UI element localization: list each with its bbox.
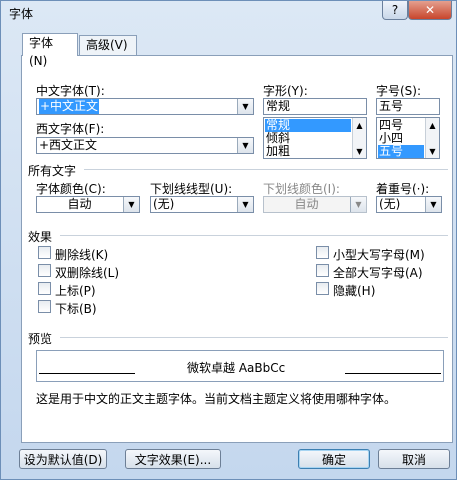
cancel-button[interactable]: 取消 [378, 449, 450, 469]
all-caps-checkbox[interactable] [316, 264, 329, 277]
font-dialog: 字体 ? ✕ 字体(N) 高级(V) 中文字体(T): +中文正文 ▼ 西文字体… [0, 0, 457, 480]
tab-font[interactable]: 字体(N) [22, 33, 78, 68]
chevron-down-icon[interactable]: ▼ [237, 138, 253, 153]
emphasis-label: 着重号(·): [376, 182, 430, 196]
font-tab-panel: 中文字体(T): +中文正文 ▼ 西文字体(F): +西文正文 ▼ 字形(Y):… [21, 55, 453, 443]
scroll-down-icon[interactable]: ▼ [426, 144, 439, 158]
preview-description: 这是用于中文的正文主题字体。当前文档主题定义将使用哪种字体。 [36, 392, 397, 406]
strikethrough-label[interactable]: 删除线(K) [55, 246, 108, 263]
style-scrollbar[interactable]: ▲ ▼ [352, 118, 366, 158]
size-input-value: 五号 [379, 99, 404, 113]
preview-sample-text: 微软卓越 AaBbCc [187, 361, 286, 375]
chinese-font-combo[interactable]: +中文正文 ▼ [36, 98, 254, 115]
double-strikethrough-label[interactable]: 双删除线(L) [55, 264, 119, 281]
help-button[interactable]: ? [382, 1, 408, 20]
preview-box: 微软卓越 AaBbCc [36, 350, 444, 382]
size-label: 字号(S): [376, 84, 422, 98]
chinese-font-value: +中文正文 [39, 99, 100, 114]
close-icon: ✕ [424, 3, 436, 17]
double-strikethrough-checkbox[interactable] [38, 264, 51, 277]
list-item[interactable]: 加粗 [265, 145, 351, 158]
size-input[interactable]: 五号 [376, 98, 440, 115]
underline-color-label: 下划线颜色(I): [263, 182, 340, 196]
scroll-up-icon[interactable]: ▲ [353, 118, 366, 132]
size-scrollbar[interactable]: ▲ ▼ [425, 118, 439, 158]
size-listbox[interactable]: 四号 小四 五号 ▲ ▼ [376, 117, 440, 159]
scroll-down-icon[interactable]: ▼ [353, 144, 366, 158]
chevron-down-icon[interactable]: ▼ [123, 197, 139, 212]
underline-color-combo: 自动 ▼ [263, 196, 367, 213]
hidden-label[interactable]: 隐藏(H) [333, 282, 375, 299]
font-color-combo[interactable]: 自动 ▼ [36, 196, 140, 213]
superscript-checkbox[interactable] [38, 282, 51, 295]
preview-section-label: 预览 [28, 332, 53, 346]
chinese-font-label: 中文字体(T): [36, 84, 105, 98]
list-item[interactable]: 五号 [378, 145, 424, 158]
help-icon: ? [391, 3, 399, 17]
emphasis-combo[interactable]: (无) ▼ [376, 196, 442, 213]
underline-type-value: (无) [153, 197, 175, 211]
underline-color-value: 自动 [294, 197, 319, 211]
all-caps-label[interactable]: 全部大写字母(A) [333, 264, 423, 281]
section-divider [60, 337, 448, 338]
chevron-down-icon[interactable]: ▼ [237, 197, 253, 212]
dialog-title: 字体 [9, 7, 34, 21]
font-color-label: 字体颜色(C): [36, 182, 106, 196]
style-input-value: 常规 [266, 99, 291, 113]
effects-section-label: 效果 [28, 230, 53, 244]
ok-button[interactable]: 确定 [298, 449, 370, 469]
subscript-label[interactable]: 下标(B) [55, 300, 97, 317]
subscript-checkbox[interactable] [38, 300, 51, 313]
small-caps-label[interactable]: 小型大写字母(M) [333, 246, 425, 263]
hidden-checkbox[interactable] [316, 282, 329, 295]
chevron-down-icon: ▼ [350, 197, 366, 212]
western-font-combo[interactable]: +西文正文 ▼ [36, 137, 254, 154]
section-divider [60, 235, 448, 236]
underline-type-label: 下划线线型(U): [150, 182, 233, 196]
emphasis-value: (无) [379, 197, 401, 211]
preview-baseline [39, 373, 135, 374]
chevron-down-icon[interactable]: ▼ [237, 99, 253, 114]
close-button[interactable]: ✕ [408, 1, 452, 20]
small-caps-checkbox[interactable] [316, 246, 329, 259]
chevron-down-icon[interactable]: ▼ [425, 197, 441, 212]
title-bar: 字体 ? ✕ [1, 1, 456, 25]
style-listbox[interactable]: 常规 倾斜 加粗 ▲ ▼ [263, 117, 367, 159]
set-default-button[interactable]: 设为默认值(D) [19, 449, 107, 469]
superscript-label[interactable]: 上标(P) [55, 282, 96, 299]
strikethrough-checkbox[interactable] [38, 246, 51, 259]
scroll-up-icon[interactable]: ▲ [426, 118, 439, 132]
text-effects-button[interactable]: 文字效果(E)... [125, 449, 221, 469]
western-font-label: 西文字体(F): [36, 122, 105, 136]
style-input[interactable]: 常规 [263, 98, 367, 115]
all-text-section-label: 所有文字 [28, 164, 77, 178]
underline-type-combo[interactable]: (无) ▼ [150, 196, 254, 213]
font-color-value: 自动 [67, 197, 92, 211]
style-label: 字形(Y): [263, 84, 308, 98]
western-font-value: +西文正文 [39, 138, 98, 152]
preview-baseline [345, 373, 441, 374]
section-divider [84, 169, 448, 170]
tab-advanced[interactable]: 高级(V) [79, 35, 137, 55]
